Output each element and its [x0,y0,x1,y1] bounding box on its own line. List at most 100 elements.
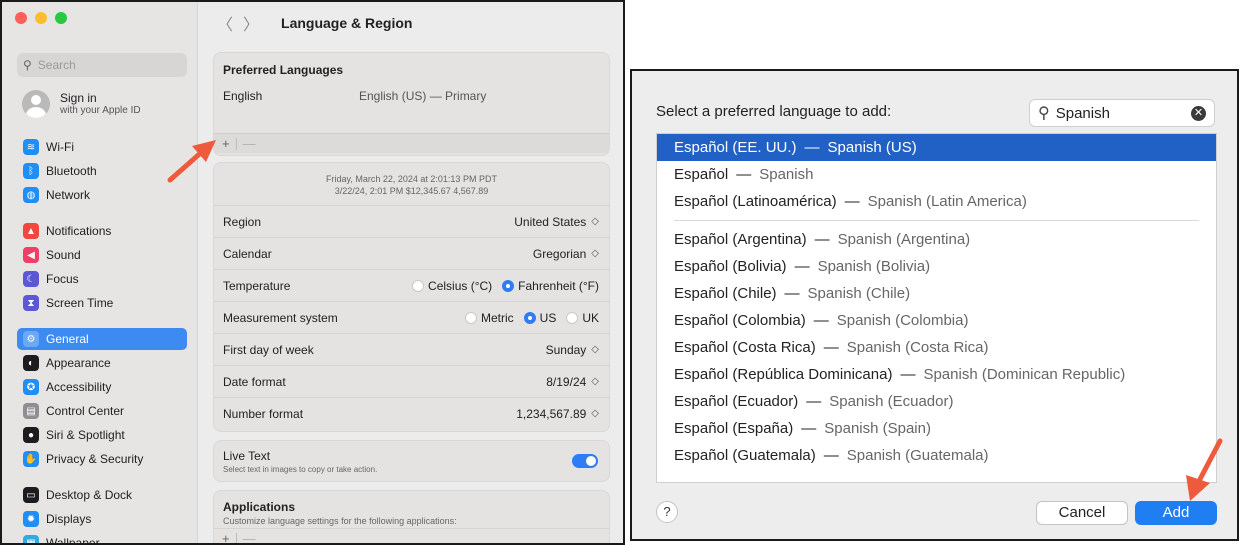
sidebar-item-accessibility[interactable]: ✪ Accessibility [19,376,187,398]
apple-id-sign-in[interactable]: Sign in with your Apple ID [22,90,141,118]
sidebar-item-appearance[interactable]: ◐ Appearance [19,352,187,374]
calendar-stepper-icon[interactable]: ◇ [591,248,599,259]
language-separator: — [804,139,820,156]
language-english-name: Spanish (Colombia) [836,312,969,329]
add-language-button[interactable]: + [222,136,230,151]
language-search-value: Spanish [1055,104,1110,122]
sidebar-item-label: Notifications [46,224,112,238]
annotation-arrow-add [167,140,216,183]
sidebar-item-notifications[interactable]: ▲ Notifications [19,220,187,242]
celsius-radio[interactable] [412,279,425,292]
zoom-window-button[interactable] [55,12,67,24]
fahrenheit-radio[interactable] [502,279,515,292]
language-option[interactable]: Español (República Dominicana) — Spanish (… [657,361,1216,388]
language-native-name: Español (República Dominicana) [674,366,893,383]
remove-language-button[interactable]: — [243,136,256,151]
metric-radio[interactable] [464,311,477,324]
applications-title: Applications [223,500,296,514]
language-separator: — [823,339,839,356]
language-option[interactable]: Español (Bolivia) — Spanish (Bolivia) [657,253,1216,280]
calendar-row[interactable]: Calendar Gregorian ◇ [214,237,609,269]
region-value: United States [514,214,587,229]
language-option[interactable]: Español (Ecuador) — Spanish (Ecuador) [657,388,1216,415]
language-option[interactable]: Español (Colombia) — Spanish (Colombia) [657,307,1216,334]
first-day-value: Sunday [545,342,587,357]
sidebar-item-control-center[interactable]: ▤ Control Center [19,400,187,422]
number-format-stepper-icon[interactable]: ◇ [591,408,599,419]
preferred-languages-controls: + — [214,133,609,153]
preferred-language-row[interactable]: English English (US) — Primary [214,81,609,111]
language-search-input[interactable]: ⚲ Spanish ✕ [1029,99,1215,127]
us-radio[interactable] [523,311,536,324]
region-row[interactable]: Region United States ◇ [214,205,609,237]
minimize-window-button[interactable] [35,12,47,24]
language-option[interactable]: Español (Argentina) — Spanish (Argentina) [657,226,1216,253]
sidebar-item-label: Focus [46,272,79,286]
remove-application-button[interactable]: — [243,531,256,543]
language-option[interactable]: Español (Chile) — Spanish (Chile) [657,280,1216,307]
sidebar-item-wallpaper[interactable]: ▦ Wallpaper [19,532,187,543]
language-separator: — [801,420,817,437]
speaker-icon: ◀ [23,247,39,263]
language-option[interactable]: Español (EE. UU.) — Spanish (US) [657,134,1216,161]
sidebar-item-general[interactable]: ⚙ General [17,328,187,350]
help-button[interactable]: ? [656,501,678,523]
accessibility-icon: ✪ [23,379,39,395]
first-day-label: First day of week [223,342,314,357]
language-option[interactable]: Español (España) — Spanish (Spain) [657,415,1216,442]
first-day-row[interactable]: First day of week Sunday ◇ [214,333,609,365]
language-list: Español (EE. UU.) — Spanish (US) Español — Sp… [656,133,1217,483]
number-format-row[interactable]: Number format 1,234,567.89 ◇ [214,397,609,429]
format-preview: Friday, March 22, 2024 at 2:01:13 PM PDT… [214,173,609,197]
preferred-languages-header: Preferred Languages [223,63,344,77]
live-text-toggle[interactable] [572,454,598,468]
sidebar-item-focus[interactable]: ☾ Focus [19,268,187,290]
language-native-name: Español [674,166,729,183]
region-label: Region [223,214,262,229]
hourglass-icon: ⧗ [23,295,39,311]
live-text-card: Live Text Select text in images to copy … [213,440,610,482]
date-format-row[interactable]: Date format 8/19/24 ◇ [214,365,609,397]
sidebar-item-displays[interactable]: ✹ Displays [19,508,187,530]
number-format-label: Number format [223,406,304,421]
language-option[interactable]: Español (Latinoamérica) — Spanish (Latin A… [657,188,1216,215]
language-native-name: Español (Bolivia) [674,258,787,275]
date-format-stepper-icon[interactable]: ◇ [591,376,599,387]
language-option[interactable]: Español (Guatemala) — Spanish (Guatemala) [657,442,1216,469]
forward-arrow-icon[interactable]: 〉 [243,11,259,35]
language-native-name: Español (EE. UU.) [674,139,797,156]
cancel-button[interactable]: Cancel [1036,501,1128,525]
language-english-name: Spanish (Latin America) [867,193,1027,210]
language-english-name: Spanish (Ecuador) [829,393,954,410]
sidebar-item-label: Appearance [46,356,111,370]
sidebar-search-input[interactable]: ⚲ Search [17,53,187,77]
language-english-name: Spanish (Spain) [824,420,931,437]
calendar-value: Gregorian [532,246,587,261]
region-stepper-icon[interactable]: ◇ [591,216,599,227]
language-option[interactable]: Español — Spanish [657,161,1216,188]
temperature-label: Temperature [223,278,291,293]
clear-search-icon[interactable]: ✕ [1191,106,1206,121]
preferred-language-detail: English (US) — Primary [359,89,487,103]
sidebar-item-sound[interactable]: ◀ Sound [19,244,187,266]
wallpaper-icon: ▦ [23,535,39,543]
uk-radio[interactable] [566,311,579,324]
date-format-label: Date format [223,374,286,389]
language-option[interactable]: Español (Costa Rica) — Spanish (Costa Rica… [657,334,1216,361]
celsius-label: Celsius (°C) [428,278,493,293]
first-day-stepper-icon[interactable]: ◇ [591,344,599,355]
sidebar-item-screen-time[interactable]: ⧗ Screen Time [19,292,187,314]
page-title: Language & Region [281,15,413,31]
bluetooth-icon: ᛒ [23,163,39,179]
avatar [22,90,50,118]
language-english-name: Spanish (Dominican Republic) [923,366,1126,383]
sidebar-item-desktop-dock[interactable]: ▭ Desktop & Dock [19,484,187,506]
add-application-button[interactable]: + [222,531,230,543]
sidebar-item-privacy-security[interactable]: ✋ Privacy & Security [19,448,187,470]
language-separator: — [900,366,916,383]
close-window-button[interactable] [15,12,27,24]
sidebar-item-label: Bluetooth [46,164,97,178]
back-arrow-icon[interactable]: 〈 [217,11,233,35]
sidebar-item-siri-spotlight[interactable]: ● Siri & Spotlight [19,424,187,446]
language-separator: — [823,447,839,464]
